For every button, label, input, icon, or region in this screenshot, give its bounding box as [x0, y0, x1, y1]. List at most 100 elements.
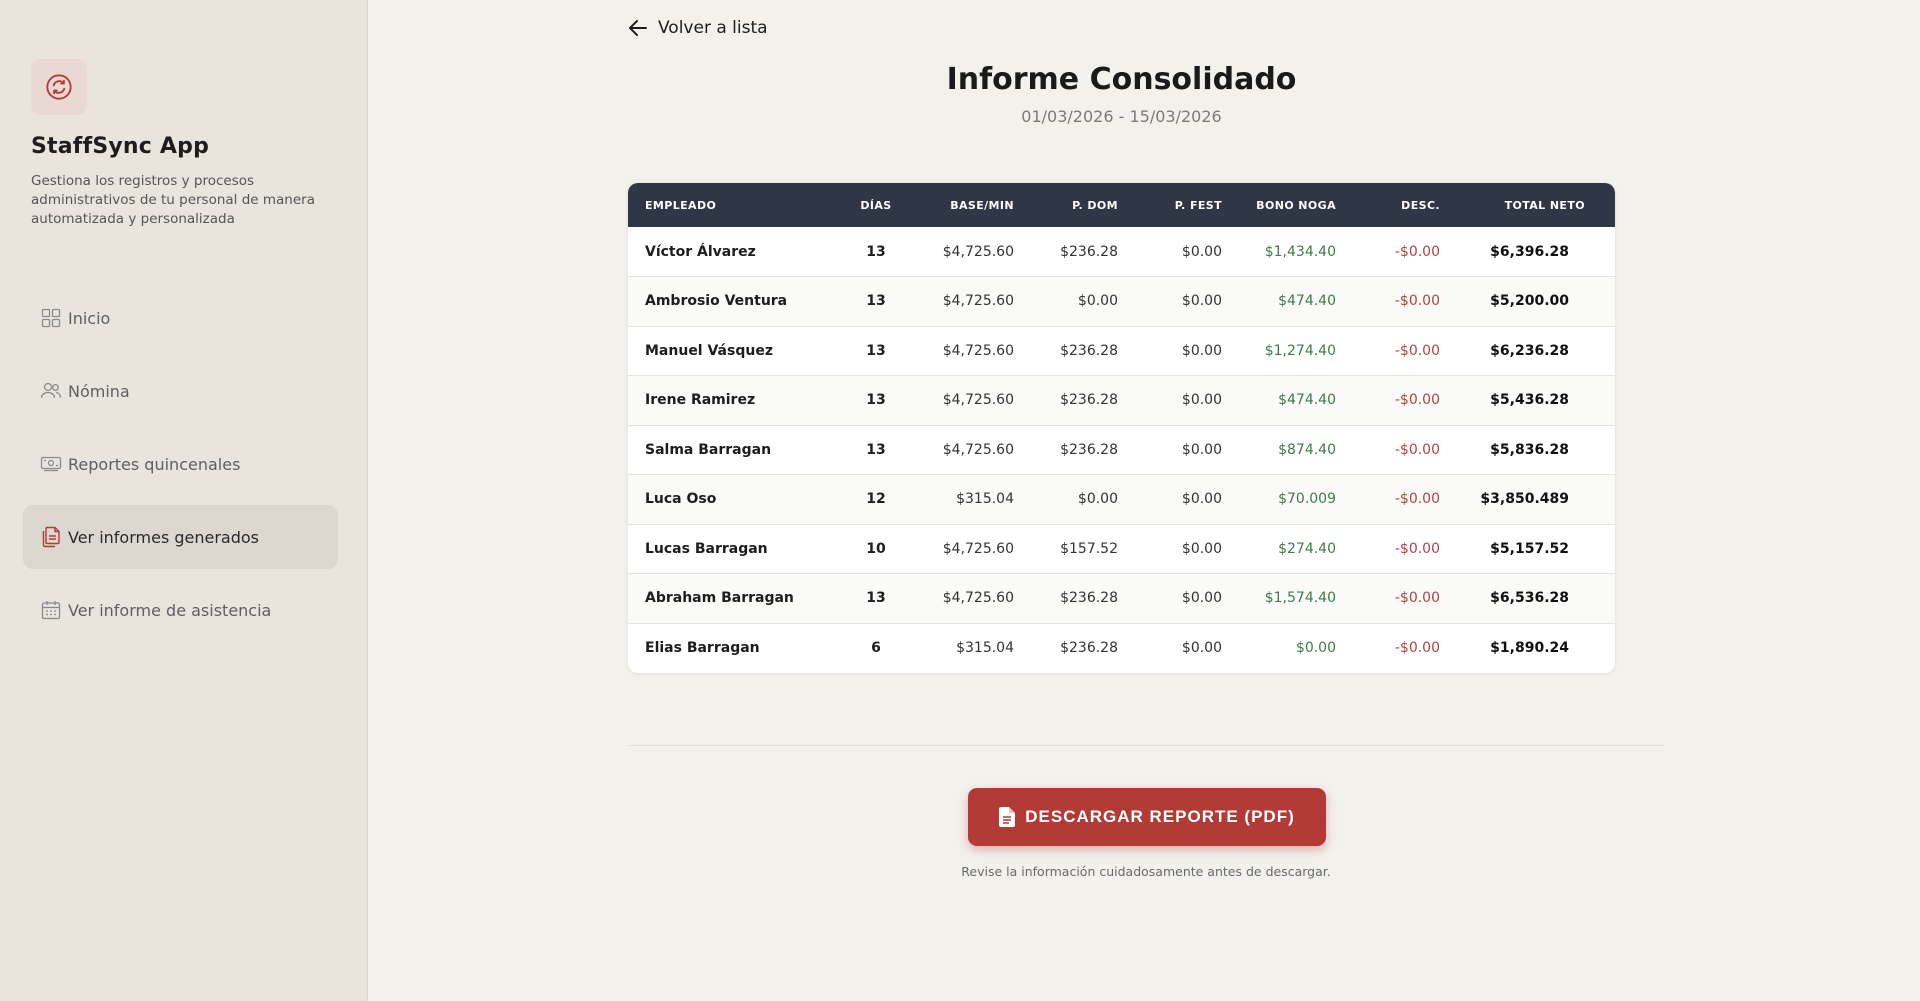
back-link[interactable]: Volver a lista [628, 14, 768, 42]
sidebar-item-inicio[interactable]: Inicio [23, 286, 338, 350]
download-pdf-button[interactable]: DESCARGAR REPORTE (PDF) [968, 788, 1326, 846]
cell-total-neto: $5,836.28 [1452, 424, 1615, 475]
column-header-empleado: Empleado [628, 183, 842, 227]
cell-dias: 13 [842, 325, 910, 376]
cell-base: $4,725.60 [942, 243, 1014, 260]
cell-desc: -$0.00 [1348, 325, 1452, 376]
cell-total-neto: $6,236.28 [1452, 325, 1615, 376]
cell-p-fest: $0.00 [1130, 424, 1234, 475]
section-divider [628, 745, 1664, 746]
cell-base: $4,725.60 [910, 276, 1026, 326]
cell-p-fest: $0.00 [1181, 243, 1222, 260]
cell-total-neto: $1,890.24 [1452, 622, 1615, 673]
cell-desc: -$0.00 [1348, 375, 1452, 425]
money-icon [40, 453, 62, 475]
cell-total-neto: $6,536.28 [1452, 573, 1615, 623]
cell-base: $315.04 [910, 474, 1026, 524]
grid-icon [40, 307, 62, 329]
app-logo [31, 59, 87, 115]
cell-p-dom: $0.00 [1026, 276, 1130, 326]
cell-desc: -$0.00 [1348, 622, 1452, 673]
cell-dias: 13 [842, 573, 910, 623]
cell-p-fest: $0.00 [1130, 276, 1234, 326]
column-header-p-fest: P. Fest [1130, 183, 1234, 227]
column-header-total-neto: Total Neto [1452, 183, 1615, 227]
sidebar-item-reportes-quincenales[interactable]: Reportes quincenales [23, 432, 338, 496]
sidebar-item-ver-informes-generados[interactable]: Ver informes generados [23, 505, 338, 569]
table-row: Víctor Álvarez 13 $4,725.60 $236.28 $0.0… [628, 227, 1615, 277]
cell-empleado: Luca Oso [628, 474, 842, 524]
cell-bono: $474.40 [1234, 276, 1348, 326]
calendar-icon [40, 599, 62, 621]
download-hint: Revise la información cuidadosamente ant… [961, 864, 1331, 879]
cell-dias: 10 [842, 523, 910, 574]
table-row: Ambrosio Ventura 13 $4,725.60 $0.00 $0.0… [628, 276, 1615, 326]
cell-empleado: Abraham Barragan [628, 573, 842, 623]
cell-bono: $474.40 [1234, 375, 1348, 425]
cell-p-dom: $236.28 [1026, 375, 1130, 425]
cell-bono: $274.40 [1234, 523, 1348, 574]
users-icon [40, 380, 62, 402]
table-header: Empleado Días Base/Min P. Dom P. Fest Bo… [628, 183, 1615, 227]
cell-empleado: Víctor Álvarez [645, 243, 756, 260]
cell-empleado: Manuel Vásquez [628, 325, 842, 376]
back-link-label: Volver a lista [658, 18, 768, 38]
cell-p-dom: $0.00 [1026, 474, 1130, 524]
cell-desc: -$0.00 [1348, 276, 1452, 326]
app-title: StaffSync App [31, 134, 210, 159]
column-header-base: Base/Min [910, 183, 1026, 227]
cell-p-fest: $0.00 [1130, 622, 1234, 673]
cell-bono: $1,434.40 [1264, 243, 1336, 260]
cell-base: $4,725.60 [910, 325, 1026, 376]
cell-p-dom: $236.28 [1026, 424, 1130, 475]
cell-dias: 13 [866, 243, 886, 260]
cell-total-neto: $5,436.28 [1452, 375, 1615, 425]
cell-p-dom: $236.28 [1060, 243, 1118, 260]
cell-empleado: Lucas Barragan [628, 523, 842, 574]
cell-base: $4,725.60 [910, 573, 1026, 623]
cell-base: $315.04 [910, 622, 1026, 673]
documents-icon [40, 526, 62, 548]
cell-desc: -$0.00 [1348, 523, 1452, 574]
cell-total-neto: $5,200.00 [1452, 276, 1615, 326]
cell-bono: $1,574.40 [1234, 573, 1348, 623]
cell-p-fest: $0.00 [1130, 375, 1234, 425]
table-row: Irene Ramirez 13 $4,725.60 $236.28 $0.00… [628, 375, 1615, 425]
column-header-bono: Bono Noga [1234, 183, 1348, 227]
cell-desc: -$0.00 [1348, 424, 1452, 475]
cell-empleado: Elias Barragan [628, 622, 842, 673]
download-button-label: DESCARGAR REPORTE (PDF) [1025, 807, 1295, 826]
report-table: Empleado Días Base/Min P. Dom P. Fest Bo… [628, 183, 1615, 673]
cell-p-dom: $236.28 [1026, 622, 1130, 673]
sidebar-item-nomina[interactable]: Nómina [23, 359, 338, 423]
cell-bono: $874.40 [1234, 424, 1348, 475]
table-row: Salma Barragan 13 $4,725.60 $236.28 $0.0… [628, 424, 1615, 475]
cell-p-dom: $157.52 [1026, 523, 1130, 574]
sidebar-item-label: Inicio [68, 308, 111, 328]
table-row: Lucas Barragan 10 $4,725.60 $157.52 $0.0… [628, 523, 1615, 574]
column-header-p-dom: P. Dom [1026, 183, 1130, 227]
sidebar: StaffSync App Gestiona los registros y p… [0, 0, 368, 1001]
date-range: 01/03/2026 - 15/03/2026 [1021, 107, 1222, 126]
file-icon [999, 807, 1016, 827]
page-title: Informe Consolidado [946, 62, 1297, 97]
cell-p-dom: $236.28 [1026, 325, 1130, 376]
sidebar-item-label: Ver informe de asistencia [68, 600, 272, 620]
table-row: Abraham Barragan 13 $4,725.60 $236.28 $0… [628, 573, 1615, 623]
cell-p-fest: $0.00 [1130, 523, 1234, 574]
sidebar-item-ver-informe-asistencia[interactable]: Ver informe de asistencia [23, 578, 338, 642]
cell-dias: 6 [842, 622, 910, 673]
cell-bono: $70.009 [1234, 474, 1348, 524]
cell-bono: $1,274.40 [1234, 325, 1348, 376]
sidebar-item-label: Reportes quincenales [68, 454, 241, 474]
column-header-desc: Desc. [1348, 183, 1452, 227]
cell-dias: 12 [842, 474, 910, 524]
cell-total-neto: $3,850.489 [1452, 474, 1615, 524]
cell-dias: 13 [842, 375, 910, 425]
cell-desc: -$0.00 [1348, 573, 1452, 623]
cell-base: $4,725.60 [910, 375, 1026, 425]
cell-dias: 13 [842, 424, 910, 475]
cell-p-fest: $0.00 [1130, 474, 1234, 524]
cell-total-neto: $6,396.28 [1490, 243, 1569, 260]
column-header-dias: Días [842, 183, 910, 227]
